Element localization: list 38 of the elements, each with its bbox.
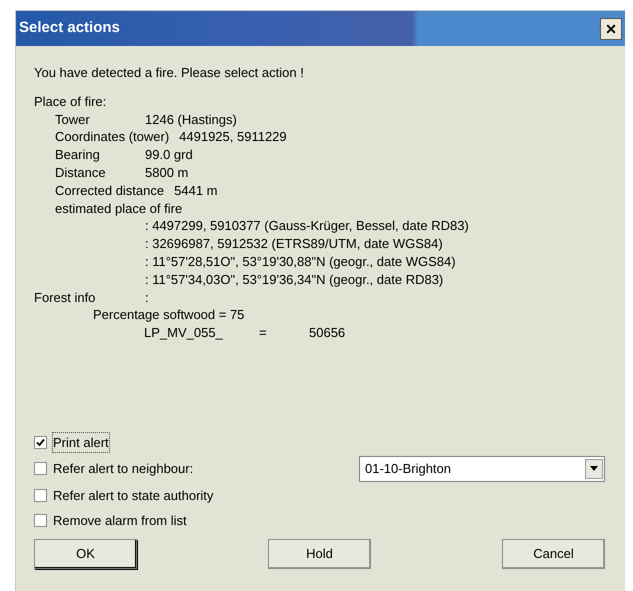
checkbox-label[interactable]: Print alert	[53, 432, 109, 452]
coordinate-text: : 4497299, 5910377 (Gauss-Krüger, Bessel, date RD83)	[145, 218, 469, 234]
close-button[interactable]: ×	[600, 18, 622, 40]
coordinate-text: : 11°57'28,51O", 53°19'30,88"N (geogr., date WGS84)	[145, 254, 456, 269]
checkbox[interactable]	[34, 488, 47, 502]
info-value: 1246 (Hastings)	[145, 110, 237, 128]
window-title: Select actions	[19, 18, 120, 38]
info-label: LP_MV_055_	[144, 324, 224, 342]
checkbox[interactable]	[34, 514, 47, 527]
info-value: 4491925, 5911229	[179, 128, 287, 146]
dialog-button[interactable]: OK	[34, 538, 137, 569]
info-label: Bearing	[55, 146, 101, 164]
message-text: You have detected a fire. Please select action !	[34, 64, 305, 82]
colon-text: :	[145, 288, 149, 306]
check-icon	[36, 438, 45, 447]
info-text: Percentage softwood = 75	[93, 307, 244, 322]
info-label: Corrected distance	[55, 182, 166, 200]
section-heading: Place of fire:	[34, 92, 108, 111]
info-value: 5800 m	[145, 164, 188, 182]
dialog-button[interactable]: Hold	[268, 538, 371, 569]
coordinate-text: : 11°57'34,03O", 53°19'36,34"N (geogr., date RD83)	[145, 272, 444, 287]
info-label: Tower	[55, 110, 91, 128]
info-value: 5441 m	[174, 182, 218, 200]
checkbox-label[interactable]: Refer alert to state authority	[53, 486, 214, 506]
checkbox[interactable]	[34, 436, 47, 449]
checkbox-label[interactable]: Remove alarm from list	[53, 510, 187, 530]
info-label: Distance	[55, 164, 107, 182]
info-label: Forest info	[34, 288, 96, 306]
checkbox[interactable]	[34, 462, 47, 476]
checkbox-label[interactable]: Refer alert to neighbour:	[53, 459, 194, 479]
neighbour-dropdown[interactable]: 01-10-Brighton	[359, 456, 605, 482]
equals-text: =	[259, 324, 268, 342]
info-label: estimated place of fire	[55, 200, 182, 216]
dialog-button[interactable]: Cancel	[502, 538, 605, 569]
info-label: Coordinates (tower)	[55, 128, 170, 146]
info-value: 50656	[309, 324, 346, 342]
coordinate-text: : 32696987, 5912532 (ETRS89/UTM, date WGS84)	[145, 236, 443, 252]
info-value: 99.0 grd	[145, 146, 193, 164]
